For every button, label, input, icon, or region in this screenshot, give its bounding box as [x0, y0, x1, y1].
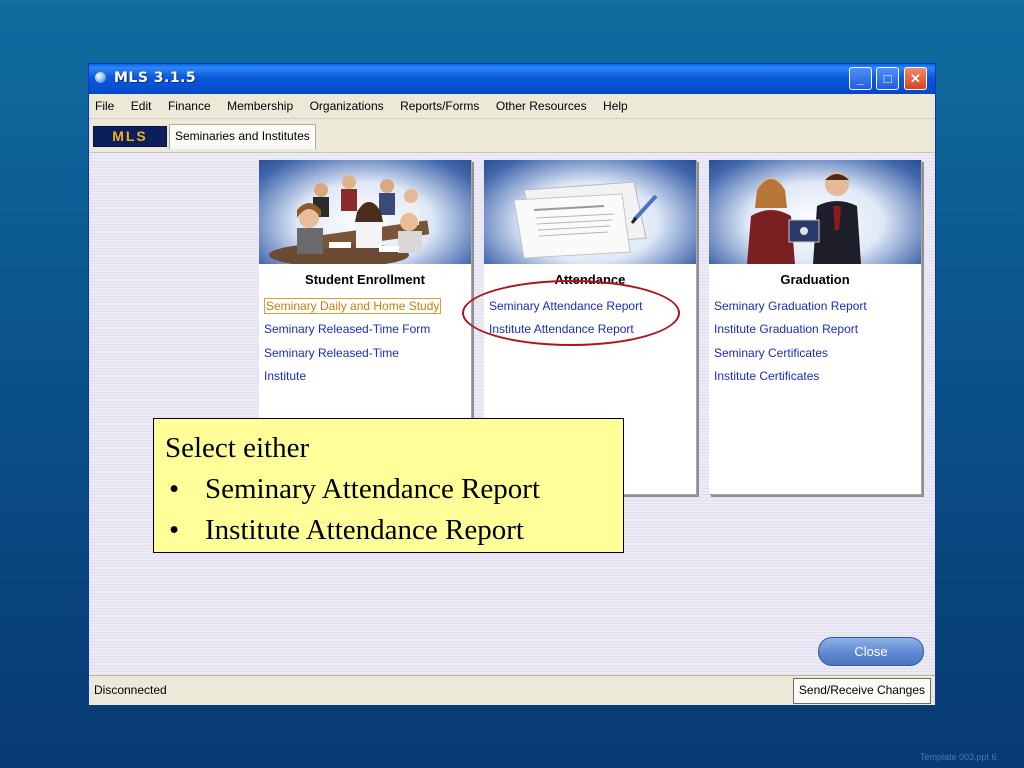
minimize-icon: _ [856, 71, 865, 86]
card-graduation: Graduation Seminary Graduation Report In… [709, 160, 922, 495]
menu-other-resources[interactable]: Other Resources [490, 94, 593, 118]
app-icon [95, 72, 106, 83]
graduation-links: Seminary Graduation Report Institute Gra… [714, 298, 919, 392]
tab-bar: MLS Seminaries and Institutes [89, 119, 935, 151]
link-seminary-certificates[interactable]: Seminary Certificates [714, 345, 919, 368]
window-title: MLS 3.1.5 [114, 70, 197, 86]
close-window-button[interactable]: ✕ [904, 67, 927, 90]
link-institute-certificates[interactable]: Institute Certificates [714, 368, 919, 391]
report-papers-image [484, 160, 696, 264]
maximize-icon: □ [883, 71, 892, 86]
card-title-student-enrollment: Student Enrollment [305, 272, 425, 287]
link-seminary-released-time[interactable]: Seminary Released-Time [264, 345, 469, 368]
link-seminary-daily-and-home-study[interactable]: Seminary Daily and Home Study [264, 298, 469, 321]
highlight-oval [462, 280, 680, 346]
send-receive-changes-button[interactable]: Send/Receive Changes [792, 678, 931, 704]
callout-item-text: Institute Attendance Report [205, 514, 524, 546]
bullet-marker: • [169, 514, 180, 546]
menu-finance[interactable]: Finance [162, 94, 217, 118]
close-button[interactable]: Close [818, 637, 924, 666]
title-bar[interactable]: MLS 3.1.5 _ □ ✕ [89, 64, 935, 94]
card-title-graduation: Graduation [780, 272, 850, 287]
main-content: Student Enrollment Seminary Daily and Ho… [90, 152, 934, 675]
student-enrollment-links: Seminary Daily and Home Study Seminary R… [264, 298, 469, 392]
mls-window: MLS 3.1.5 _ □ ✕ File Edit Finance Member… [88, 63, 936, 705]
status-bar: Disconnected Send/Receive Changes [89, 675, 935, 705]
link-seminary-graduation-report[interactable]: Seminary Graduation Report [714, 298, 919, 321]
connection-status: Disconnected [94, 683, 167, 697]
graduation-photo [709, 160, 921, 264]
menu-organizations[interactable]: Organizations [304, 94, 390, 118]
maximize-button[interactable]: □ [876, 67, 899, 90]
menu-membership[interactable]: Membership [221, 94, 299, 118]
minimize-button[interactable]: _ [849, 67, 872, 90]
menu-edit[interactable]: Edit [125, 94, 158, 118]
callout-item: • Institute Attendance Report [165, 510, 623, 551]
link-seminary-released-time-form[interactable]: Seminary Released-Time Form [264, 321, 469, 344]
callout-item-text: Seminary Attendance Report [205, 473, 541, 505]
menu-reports-forms[interactable]: Reports/Forms [394, 94, 485, 118]
close-icon: ✕ [910, 71, 921, 86]
instruction-callout: Select either • Seminary Attendance Repor… [153, 418, 624, 553]
menu-bar: File Edit Finance Membership Organizatio… [89, 94, 935, 119]
students-photo [259, 160, 471, 264]
callout-heading: Select either [165, 432, 310, 464]
slide-footer: Template 003.ppt 6 [920, 752, 997, 762]
link-label: Seminary Daily and Home Study [264, 298, 442, 314]
menu-help[interactable]: Help [597, 94, 634, 118]
tab-seminaries-and-institutes[interactable]: Seminaries and Institutes [169, 124, 316, 149]
link-institute[interactable]: Institute [264, 368, 469, 391]
mls-logo: MLS [93, 126, 167, 147]
bullet-marker: • [169, 473, 180, 505]
callout-item: • Seminary Attendance Report [165, 469, 623, 510]
menu-file[interactable]: File [89, 94, 120, 118]
link-institute-graduation-report[interactable]: Institute Graduation Report [714, 321, 919, 344]
